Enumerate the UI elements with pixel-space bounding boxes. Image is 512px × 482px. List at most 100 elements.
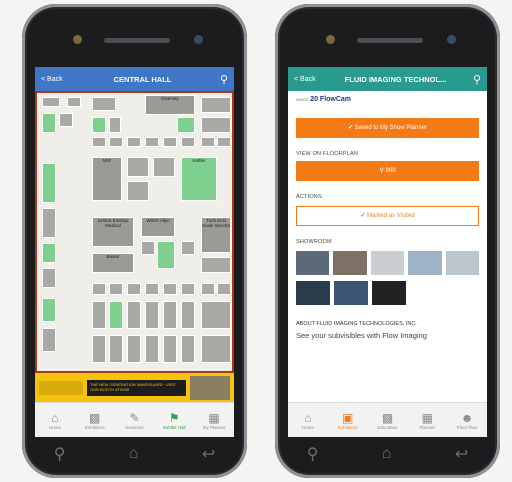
showroom-heading: SHOWROOM (296, 239, 332, 245)
search-icon[interactable]: ⚲ (214, 73, 228, 86)
booth[interactable] (201, 283, 215, 295)
booth[interactable] (181, 301, 195, 329)
calendar-icon: ▦ (421, 410, 433, 425)
booth[interactable] (127, 157, 149, 177)
booth[interactable] (42, 298, 56, 322)
booth[interactable] (177, 117, 195, 133)
booth[interactable] (109, 117, 121, 133)
booth[interactable] (145, 301, 159, 329)
booth[interactable] (217, 137, 231, 147)
booth[interactable] (92, 97, 116, 111)
showroom-thumbnail[interactable] (408, 251, 442, 275)
booth[interactable] (163, 283, 177, 295)
booth[interactable] (109, 283, 123, 295)
booth[interactable] (217, 283, 231, 295)
sponsor-banner[interactable]: THE NEW GENERATION WAVEGUARD · VISIT OUR… (35, 373, 234, 403)
earpiece-speaker (104, 38, 170, 43)
booth[interactable] (92, 137, 106, 147)
showroom-thumbnail[interactable] (333, 251, 367, 275)
booth[interactable] (109, 301, 123, 329)
back-key-icon[interactable]: ↩ (455, 444, 468, 464)
booth[interactable] (141, 241, 155, 255)
showroom-thumbnail[interactable] (445, 251, 480, 275)
tab-exhibit-hall[interactable]: ⚑ Exhibit Hall (154, 403, 194, 437)
booth[interactable] (42, 243, 56, 263)
booth[interactable] (201, 301, 231, 329)
booth-kettler[interactable]: Kettler (181, 157, 217, 201)
tab-my-planner[interactable]: ▦ My Planner (194, 403, 234, 437)
tab-education[interactable]: ▩ Education (368, 403, 408, 437)
booth[interactable] (127, 137, 141, 147)
booth[interactable] (42, 163, 56, 203)
booth-location-button[interactable]: ⚲ 960 (296, 161, 479, 181)
booth[interactable] (127, 301, 141, 329)
booth[interactable] (163, 335, 177, 363)
calendar-icon: ▦ (208, 410, 220, 425)
booth[interactable] (42, 113, 56, 133)
booth-tuck[interactable]: Tuck et al Scale Spectra (201, 217, 231, 253)
booth[interactable] (59, 113, 73, 127)
booth[interactable] (127, 335, 141, 363)
booth-lenton[interactable]: Lenton Emergo Medical (92, 217, 134, 247)
booth[interactable] (181, 335, 195, 363)
search-key-icon[interactable]: ⚲ (54, 444, 66, 464)
back-key-icon[interactable]: ↩ (202, 444, 215, 464)
booth[interactable] (181, 241, 195, 255)
booth[interactable] (92, 301, 106, 329)
tab-exhibitors[interactable]: ▣ Exhibitors (328, 403, 368, 437)
tab-exhibitors[interactable]: ▩ Exhibitors (75, 403, 115, 437)
search-icon[interactable]: ⚲ (467, 73, 481, 86)
booth[interactable] (92, 335, 106, 363)
tab-home[interactable]: ⌂ Home (35, 403, 75, 437)
tab-sessions[interactable]: ✎ Sessions (115, 403, 155, 437)
booth[interactable] (163, 301, 177, 329)
page-title: FLUID IMAGING TECHNOL... (344, 74, 447, 84)
back-button[interactable]: < Back (41, 76, 71, 83)
booth[interactable] (163, 137, 177, 147)
booth[interactable] (201, 117, 231, 133)
saved-to-planner-button[interactable]: ✔ Saved to My Show Planner (296, 118, 479, 138)
booth[interactable] (145, 283, 159, 295)
booth[interactable] (181, 137, 195, 147)
booth[interactable] (42, 208, 56, 238)
booth[interactable] (92, 117, 106, 133)
booth[interactable] (181, 283, 195, 295)
booth[interactable] (67, 97, 81, 107)
booth[interactable] (127, 181, 149, 201)
booth[interactable] (201, 335, 231, 363)
building-icon: ▩ (89, 410, 101, 425)
booth-nsf[interactable]: NSF (92, 157, 122, 201)
tab-planner[interactable]: ▦ Planner (407, 403, 447, 437)
booth[interactable] (145, 137, 159, 147)
back-button[interactable]: < Back (294, 76, 324, 83)
showroom-thumbnail[interactable] (296, 281, 330, 305)
booth[interactable] (145, 335, 159, 363)
search-key-icon[interactable]: ⚲ (307, 444, 319, 464)
home-key-icon[interactable]: ⌂ (129, 445, 139, 463)
showroom-thumbnail[interactable] (296, 251, 330, 275)
booth[interactable] (109, 137, 123, 147)
booth[interactable] (201, 257, 231, 273)
booth[interactable] (127, 283, 141, 295)
showroom-thumbnail[interactable] (370, 251, 405, 275)
booth[interactable] (153, 157, 175, 177)
booth[interactable] (92, 283, 106, 295)
exhibitor-logo: SINCE 20 FlowCam (296, 96, 352, 103)
booth-baxter[interactable]: Baxter (92, 253, 134, 273)
showroom-thumbnail[interactable] (333, 281, 368, 305)
marked-visited-button[interactable]: ✔ Marked as Visited (296, 206, 479, 226)
booth[interactable] (157, 241, 175, 269)
booth[interactable] (109, 335, 123, 363)
tab-floor-plan[interactable]: ☻ Floor Plan (447, 403, 487, 437)
booth[interactable] (42, 268, 56, 288)
booth[interactable] (42, 97, 60, 107)
floor-map[interactable]: Diversey NSF Kettler Lenton Emergo Medic… (35, 91, 234, 373)
home-key-icon[interactable]: ⌂ (382, 445, 392, 463)
tab-home[interactable]: ⌂ Home (288, 403, 328, 437)
booth-diversey[interactable]: Diversey (145, 95, 195, 115)
showroom-thumbnail[interactable] (371, 281, 406, 305)
booth-welch-allyn[interactable]: Welch Allyn (141, 217, 175, 237)
booth[interactable] (201, 97, 231, 113)
booth[interactable] (42, 328, 56, 352)
booth[interactable] (201, 137, 215, 147)
